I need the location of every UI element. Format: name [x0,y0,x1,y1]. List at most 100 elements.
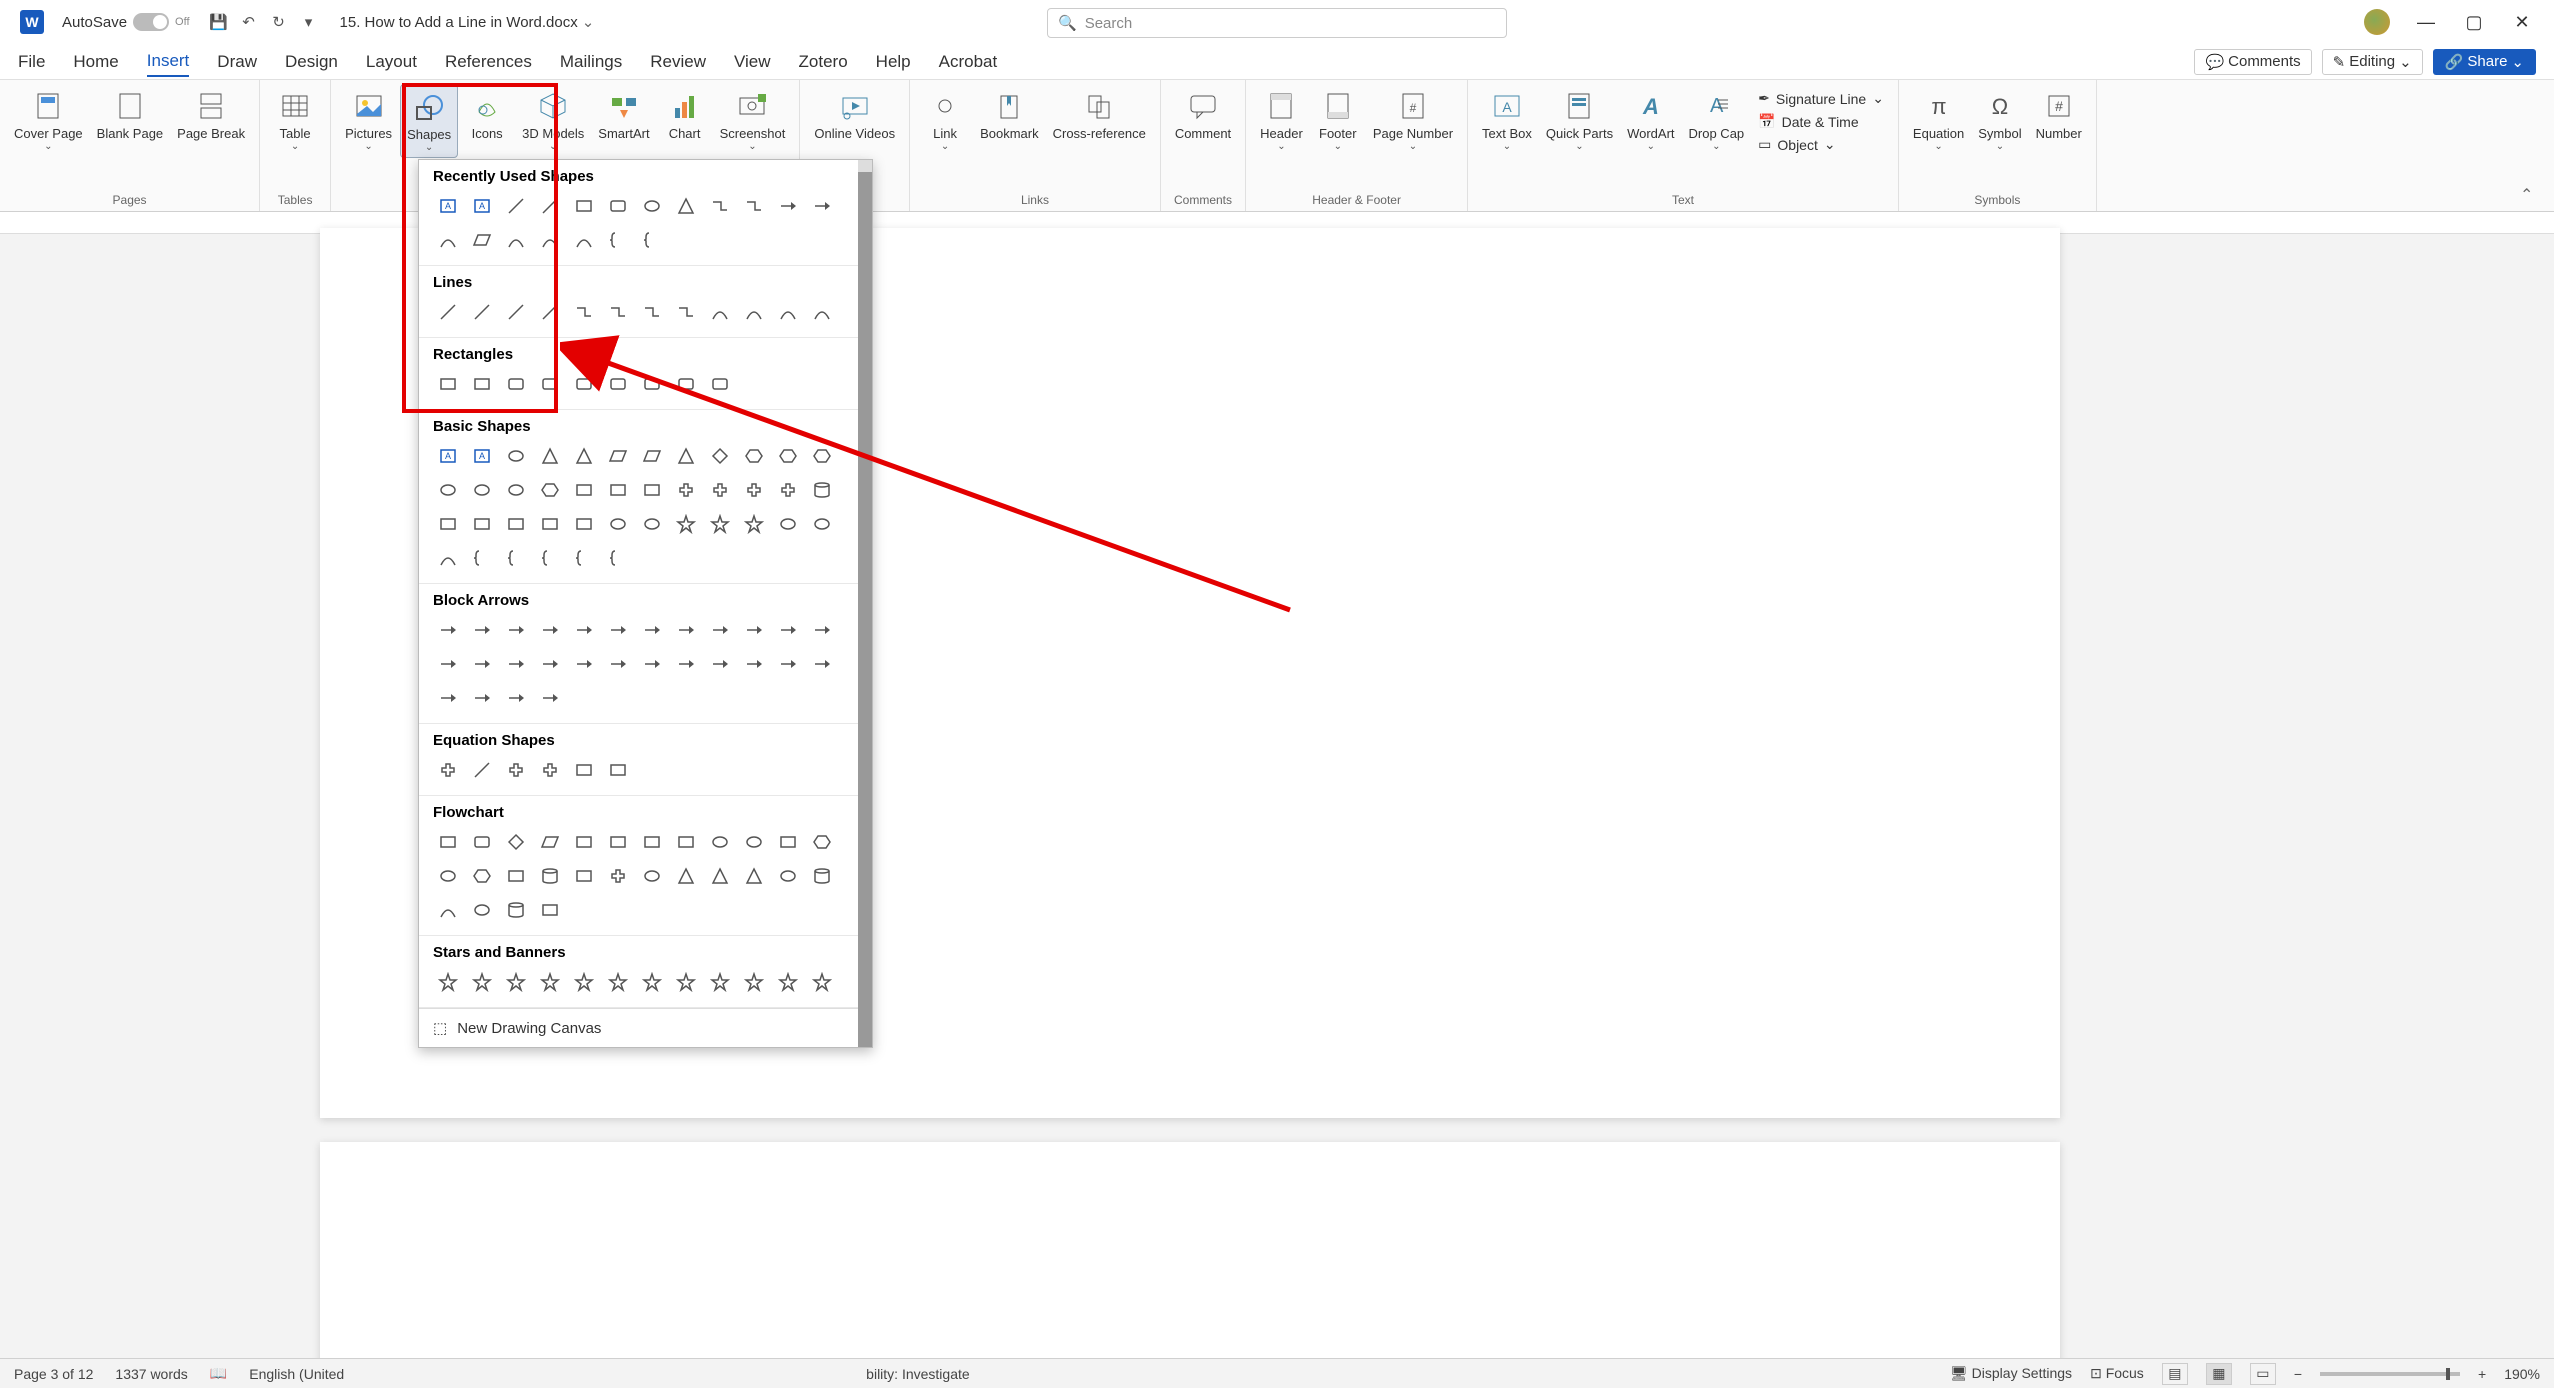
shape-option[interactable] [773,615,803,645]
shape-option[interactable] [603,475,633,505]
shape-option[interactable]: A [467,191,497,221]
shape-option[interactable] [433,369,463,399]
shape-option[interactable] [535,861,565,891]
shape-option[interactable] [501,475,531,505]
shape-option[interactable] [739,967,769,997]
shape-option[interactable] [637,509,667,539]
tab-help[interactable]: Help [876,48,911,76]
shape-option[interactable] [467,369,497,399]
table-button[interactable]: Table⌄ [268,84,322,156]
shape-option[interactable] [569,827,599,857]
shape-option[interactable] [467,543,497,573]
page-number-button[interactable]: #Page Number⌄ [1367,84,1459,156]
shape-option[interactable] [807,649,837,679]
shape-option[interactable] [637,649,667,679]
page-break-button[interactable]: Page Break [171,84,251,156]
shape-option[interactable] [467,475,497,505]
shape-option[interactable] [739,475,769,505]
shape-option[interactable] [773,509,803,539]
shape-option[interactable] [637,369,667,399]
3d-models-button[interactable]: 3D Models⌄ [516,84,590,158]
drop-cap-button[interactable]: ADrop Cap⌄ [1683,84,1751,159]
maximize-button[interactable]: ▢ [2462,10,2486,34]
shape-option[interactable] [705,615,735,645]
collapse-ribbon-button[interactable]: ⌃ [2520,185,2540,205]
shape-option[interactable] [739,649,769,679]
shape-option[interactable] [603,297,633,327]
shape-option[interactable] [433,827,463,857]
shape-option[interactable] [535,615,565,645]
shape-option[interactable] [569,225,599,255]
shape-option[interactable] [467,755,497,785]
shape-option[interactable] [433,861,463,891]
comment-button[interactable]: Comment [1169,84,1237,145]
signature-line-button[interactable]: ✒Signature Line ⌄ [1754,88,1888,109]
shape-option[interactable] [501,827,531,857]
shape-option[interactable] [569,543,599,573]
shape-option[interactable] [603,615,633,645]
quick-parts-button[interactable]: Quick Parts⌄ [1540,84,1619,159]
shape-option[interactable] [603,225,633,255]
doc-dropdown-icon[interactable]: ⌄ [582,13,595,31]
shape-option[interactable] [433,967,463,997]
shape-option[interactable] [569,369,599,399]
accessibility-status[interactable]: bility: Investigate [866,1366,970,1382]
shape-option[interactable] [773,861,803,891]
shape-option[interactable] [433,683,463,713]
shape-option[interactable] [569,297,599,327]
shape-option[interactable] [705,297,735,327]
page-indicator[interactable]: Page 3 of 12 [14,1366,93,1382]
shape-option[interactable] [705,191,735,221]
shape-option[interactable] [739,191,769,221]
tab-view[interactable]: View [734,48,771,76]
shape-option[interactable] [739,509,769,539]
shape-option[interactable] [603,509,633,539]
shape-option[interactable] [501,649,531,679]
wordart-button[interactable]: AWordArt⌄ [1621,84,1680,159]
shape-option[interactable] [637,225,667,255]
shape-option[interactable] [671,649,701,679]
shape-option[interactable] [705,649,735,679]
shape-option[interactable]: A [433,441,463,471]
shape-option[interactable] [501,615,531,645]
shape-option[interactable] [569,509,599,539]
tab-acrobat[interactable]: Acrobat [939,48,998,76]
shape-option[interactable] [705,827,735,857]
undo-icon[interactable]: ↶ [238,11,260,33]
tab-layout[interactable]: Layout [366,48,417,76]
shape-option[interactable] [433,475,463,505]
shape-option[interactable] [637,615,667,645]
shape-option[interactable] [671,441,701,471]
text-box-button[interactable]: AText Box⌄ [1476,84,1538,159]
tab-zotero[interactable]: Zotero [799,48,848,76]
equation-button[interactable]: πEquation⌄ [1907,84,1970,156]
web-layout-button[interactable]: ▭ [2250,1363,2276,1385]
zoom-level[interactable]: 190% [2504,1366,2540,1382]
shape-option[interactable] [467,683,497,713]
shape-option[interactable] [569,649,599,679]
shape-option[interactable] [807,441,837,471]
shape-option[interactable] [637,827,667,857]
tab-references[interactable]: References [445,48,532,76]
cover-page-button[interactable]: Cover Page⌄ [8,84,89,156]
symbol-button[interactable]: ΩSymbol⌄ [1972,84,2027,156]
shape-option[interactable] [535,191,565,221]
icons-button[interactable]: Icons [460,84,514,158]
shape-option[interactable] [433,509,463,539]
display-settings-button[interactable]: 🖥 Display Settings [1950,1365,2072,1382]
shape-option[interactable] [773,441,803,471]
shape-option[interactable] [807,967,837,997]
shape-option[interactable] [535,509,565,539]
customize-qat-icon[interactable]: ▾ [298,11,320,33]
shape-option[interactable] [467,967,497,997]
shape-option[interactable] [535,543,565,573]
shape-option[interactable] [467,615,497,645]
shape-option[interactable] [467,861,497,891]
shape-option[interactable] [467,895,497,925]
shape-option[interactable] [603,191,633,221]
shape-option[interactable] [569,615,599,645]
shape-option[interactable]: A [467,441,497,471]
shape-option[interactable] [671,369,701,399]
shape-option[interactable] [603,827,633,857]
tab-home[interactable]: Home [73,48,118,76]
